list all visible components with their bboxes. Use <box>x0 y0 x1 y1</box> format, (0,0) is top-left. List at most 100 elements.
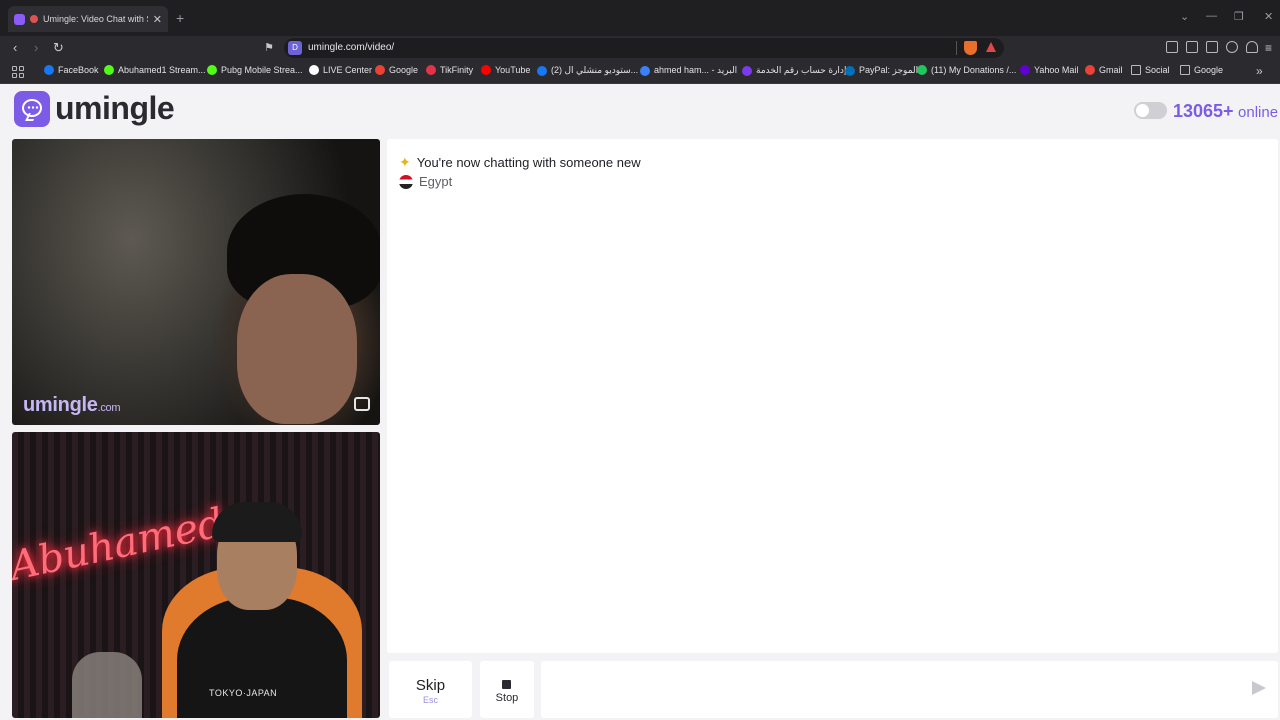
reload-icon[interactable]: ↻ <box>53 39 64 57</box>
bookmark-favicon-icon <box>426 65 436 75</box>
bookmark-label: Google <box>1194 65 1224 75</box>
address-bar[interactable]: D umingle.com/video/ <box>284 38 1004 58</box>
neon-sign: Abuhamed <box>12 499 228 591</box>
bookmark-item[interactable]: إدارة حساب رقم الخدمة <box>742 65 846 76</box>
self-person <box>177 597 347 718</box>
report-flag-icon[interactable] <box>354 397 370 411</box>
online-count: 13065+ <box>1173 101 1234 121</box>
send-icon[interactable] <box>1252 681 1266 695</box>
bookmark-favicon-icon <box>44 65 54 75</box>
bookmark-favicon-icon <box>207 65 217 75</box>
bookmark-label: Gmail <box>1099 65 1123 75</box>
restore-icon[interactable]: ❐ <box>1234 10 1244 23</box>
watermark-domain: .com <box>97 402 121 414</box>
apps-icon[interactable] <box>12 66 24 78</box>
bookmark-label: Social <box>1145 65 1170 75</box>
bookmark-label: LIVE Center <box>323 65 373 75</box>
tab-search-icon[interactable]: ⌄ <box>1180 10 1189 23</box>
bookmark-label: ahmed ham... - البريد <box>654 65 738 75</box>
back-icon[interactable]: ‹ <box>13 39 17 57</box>
brave-rewards-icon[interactable] <box>986 42 996 52</box>
bookmark-label: Abuhamed1 Stream... <box>118 65 206 75</box>
stop-icon <box>502 680 511 689</box>
country-name: Egypt <box>419 174 453 189</box>
bookmark-favicon-icon <box>537 65 547 76</box>
new-tab-icon[interactable]: + <box>176 10 184 26</box>
brave-shield-icon[interactable] <box>964 41 977 55</box>
wallet-icon[interactable] <box>1206 41 1218 53</box>
skip-shortcut: Esc <box>422 695 438 705</box>
stop-button[interactable]: Stop <box>480 661 534 718</box>
bookmark-item[interactable]: PayPal: الموجز <box>845 65 918 76</box>
browser-tab[interactable]: Umingle: Video Chat with Str ✕ <box>8 6 168 32</box>
bookmark-favicon-icon <box>104 65 114 75</box>
bookmark-item[interactable]: Google <box>1180 65 1223 75</box>
bookmark-favicon-icon <box>845 65 855 76</box>
bookmark-label: PayPal: الموجز <box>859 65 919 75</box>
bookmark-item[interactable]: Social <box>1131 65 1170 75</box>
bookmark-favicon-icon <box>375 65 385 75</box>
online-counter: 13065+ online <box>1173 101 1278 122</box>
browser-toolbar: ‹ › ↻ ⚑ D umingle.com/video/ ≡ <box>0 36 1280 60</box>
skip-label: Skip <box>415 677 446 694</box>
bookmark-item[interactable]: Pubg Mobile Strea... <box>207 65 303 75</box>
bookmark-favicon-icon <box>1180 65 1190 75</box>
bookmark-icon[interactable]: ⚑ <box>264 39 274 57</box>
bookmark-item[interactable]: (11) My Donations /... <box>917 65 1016 75</box>
bookmark-item[interactable]: (2) ستوديو منشلي ال... <box>537 65 638 76</box>
self-video: Abuhamed TOKYO·JAPAN <box>12 432 380 718</box>
bookmark-item[interactable]: YouTube <box>481 65 530 75</box>
bookmark-item[interactable]: Gmail <box>1085 65 1123 75</box>
stop-label: Stop <box>495 692 519 704</box>
close-tab-icon[interactable]: ✕ <box>153 13 162 26</box>
bookmark-item[interactable]: FaceBook <box>44 65 99 75</box>
skip-button[interactable]: Skip Esc <box>389 661 472 718</box>
wall-poster <box>72 652 142 718</box>
bookmark-label: Pubg Mobile Strea... <box>221 65 303 75</box>
umingle-logo-icon[interactable] <box>14 91 50 127</box>
theme-toggle[interactable] <box>1134 102 1167 119</box>
minimize-icon[interactable]: — <box>1206 10 1217 22</box>
menu-icon[interactable]: ≡ <box>1265 39 1272 57</box>
url-text: umingle.com/video/ <box>308 42 395 53</box>
message-input[interactable] <box>541 661 1278 718</box>
recording-icon <box>30 15 38 23</box>
country-line: Egypt <box>399 174 452 189</box>
bookmark-label: (11) My Donations /... <box>931 65 1017 75</box>
shirt-text: TOKYO·JAPAN <box>209 688 278 698</box>
watermark-text: umingle <box>23 394 98 416</box>
bookmark-item[interactable]: LIVE Center <box>309 65 372 75</box>
bookmark-label: FaceBook <box>58 65 99 75</box>
bookmark-item[interactable]: Abuhamed1 Stream... <box>104 65 206 75</box>
bookmark-label: إدارة حساب رقم الخدمة <box>756 65 847 75</box>
close-window-icon[interactable]: ✕ <box>1264 10 1273 23</box>
browser-tabbar: Umingle: Video Chat with Str ✕ + ⌄ — ❐ ✕ <box>0 0 1280 36</box>
bookmark-item[interactable]: Yahoo Mail <box>1020 65 1078 75</box>
egypt-flag-icon <box>399 174 413 189</box>
bookmark-item[interactable]: ahmed ham... - البريد <box>640 65 737 76</box>
tab-title: Umingle: Video Chat with Str <box>43 14 148 24</box>
system-message: ✦ You're now chatting with someone new <box>399 154 641 171</box>
forward-icon[interactable]: › <box>34 39 38 57</box>
video-watermark: umingle.com <box>23 394 121 417</box>
sidebar-icon[interactable] <box>1186 41 1198 53</box>
bookmark-favicon-icon <box>640 65 650 76</box>
leo-icon[interactable] <box>1226 41 1238 53</box>
bookmark-favicon-icon <box>742 65 752 76</box>
online-label: online <box>1238 104 1279 121</box>
bookmark-item[interactable]: TikFinity <box>426 65 473 75</box>
bookmark-item[interactable]: Google <box>375 65 418 75</box>
logo-text[interactable]: umingle <box>55 90 175 127</box>
bookmark-label: YouTube <box>495 65 531 75</box>
headphones-cap <box>212 502 302 542</box>
bookmark-label: (2) ستوديو منشلي ال... <box>551 65 639 75</box>
umingle-favicon <box>14 13 25 25</box>
more-bookmarks-icon[interactable]: » <box>1256 62 1263 80</box>
bookmark-favicon-icon <box>1131 65 1141 75</box>
sparkle-icon: ✦ <box>399 154 411 170</box>
bookmark-favicon-icon <box>1020 65 1030 75</box>
site-info-icon[interactable]: D <box>288 41 302 55</box>
bookmark-label: Yahoo Mail <box>1034 65 1079 75</box>
extensions-icon[interactable] <box>1166 41 1178 53</box>
vpn-icon[interactable] <box>1246 41 1258 53</box>
